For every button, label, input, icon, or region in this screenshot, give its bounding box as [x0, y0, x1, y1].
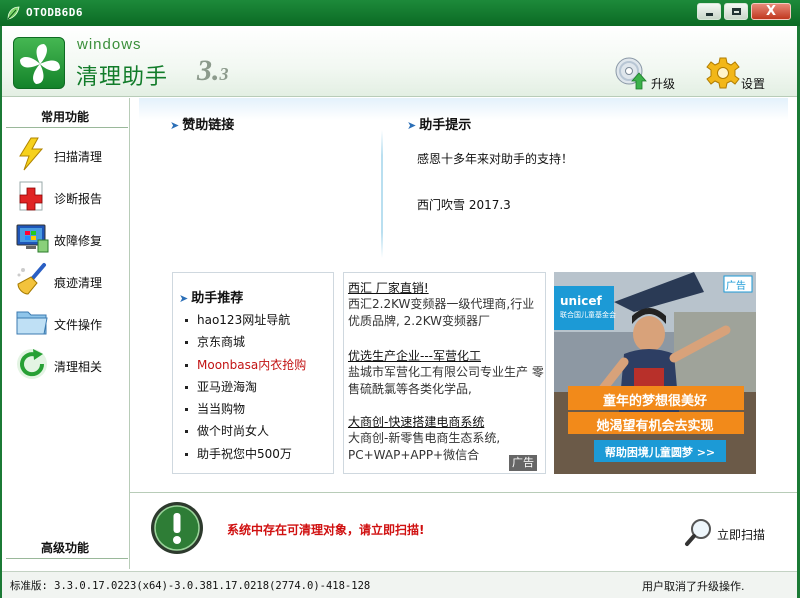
exclamation-icon — [151, 502, 203, 554]
sidebar-item-report[interactable]: 诊断报告 — [14, 178, 124, 214]
magnifier-icon — [685, 519, 711, 546]
sidebar-item-scan[interactable]: 扫描清理 — [14, 136, 124, 172]
title-bar: OTODB6D6 X — [0, 0, 800, 26]
alert-message: 系统中存在可清理对象，请立即扫描! — [227, 523, 425, 537]
ad-description: 西汇2.2KW变频器一级代理商,行业优质品牌, 2.2KW变频器厂 — [348, 297, 535, 328]
bullet — [185, 430, 188, 434]
repair-screen-icon — [16, 224, 49, 253]
recommend-link[interactable]: 亚马逊海淘 — [185, 378, 306, 400]
sidebar-item-label: 痕迹清理 — [54, 276, 103, 290]
tips-signature: 西门吹雪 2017.3 — [417, 198, 511, 212]
panel-divider — [381, 130, 383, 258]
broom-icon — [17, 263, 46, 295]
bullet — [185, 385, 188, 389]
minimize-button[interactable] — [697, 3, 721, 20]
scan-now-label: 立即扫描 — [717, 528, 766, 542]
upgrade-disc-icon — [615, 57, 647, 90]
ad-title-link[interactable]: 优选生产企业---军营化工 — [348, 347, 481, 364]
sponsor-heading: ➤ 赞助链接 — [170, 118, 235, 133]
settings-button[interactable]: 设置 — [706, 56, 772, 92]
upgrade-button[interactable]: 升级 — [614, 56, 680, 92]
pinwheel-logo-icon — [20, 44, 60, 84]
image-ad-banner2: 她渴望有机会去实现 — [596, 419, 714, 434]
bullet — [185, 408, 188, 412]
recommend-list: hao123网址导航 京东商城 Moonbasa内衣抢购 亚马逊海淘 当当购物 … — [185, 311, 306, 467]
bullet — [185, 363, 188, 367]
brand-version: 3.3 — [197, 54, 229, 87]
sidebar: 常用功能 扫描清理 诊断报告 故障修复 痕迹清理 文件操作 清理相关 高级功能 — [0, 98, 130, 569]
window-frame-left — [0, 26, 2, 598]
brand-subtitle: windows — [77, 36, 142, 53]
recommend-heading: ➤ 助手推荐 — [179, 291, 244, 306]
arrow-icon: ➤ — [407, 119, 417, 132]
sidebar-item-traces[interactable]: 痕迹清理 — [14, 262, 124, 298]
sidebar-divider — [6, 558, 128, 559]
upgrade-label: 升级 — [651, 77, 676, 91]
tips-heading: ➤ 助手提示 — [407, 118, 472, 133]
tips-line: 感恩十多年来对助手的支持！ — [417, 152, 574, 166]
sidebar-item-label: 扫描清理 — [54, 150, 103, 164]
sidebar-item-label: 故障修复 — [54, 234, 103, 248]
minimize-icon — [706, 13, 713, 16]
settings-label: 设置 — [741, 77, 766, 91]
refresh-icon — [17, 349, 47, 379]
ad-tag: 广告 — [509, 455, 537, 471]
brand-name: 清理助手 — [76, 65, 169, 90]
status-message: 用户取消了升级操作. — [642, 580, 745, 593]
sidebar-title-advanced: 高级功能 — [40, 541, 89, 555]
ad-title-link[interactable]: 大商创-快速搭建电商系统 — [348, 413, 484, 430]
sidebar-item-repair[interactable]: 故障修复 — [14, 220, 124, 256]
bullet — [185, 452, 188, 456]
status-divider — [130, 492, 800, 493]
folder-icon — [16, 311, 48, 335]
maximize-button[interactable] — [724, 3, 748, 20]
maximize-icon — [732, 8, 741, 15]
medical-cross-icon — [19, 181, 43, 211]
lightning-icon — [19, 137, 44, 171]
sidebar-item-label: 诊断报告 — [54, 192, 103, 206]
app-header: windows 清理助手 3.3 升级 设置 — [0, 26, 800, 97]
sidebar-item-label: 清理相关 — [54, 360, 103, 374]
scan-now-button[interactable]: 立即扫描 — [684, 517, 784, 551]
image-ad-tag: 广告 — [726, 281, 746, 292]
ad-description: 盐城市军营化工有限公司专业生产 零售硫酰氯等各类化学品, — [348, 365, 544, 396]
arrow-icon: ➤ — [179, 292, 189, 305]
close-button[interactable]: X — [751, 3, 791, 20]
sidebar-item-files[interactable]: 文件操作 — [14, 304, 124, 340]
gear-icon — [706, 57, 740, 89]
recommend-link[interactable]: hao123网址导航 — [185, 311, 306, 333]
text-ad-panel: 西汇 厂家直销! 西汇2.2KW变频器一级代理商,行业优质品牌, 2.2KW变频… — [343, 272, 546, 474]
status-bar: 标准版: 3.3.0.17.0223(x64)-3.0.381.17.0218(… — [0, 571, 800, 598]
sidebar-title-common: 常用功能 — [40, 110, 89, 124]
version-text: 标准版: 3.3.0.17.0223(x64)-3.0.381.17.0218(… — [10, 580, 371, 592]
bullet — [185, 341, 188, 345]
window-title: OTODB6D6 — [26, 6, 83, 19]
recommend-link[interactable]: 当当购物 — [185, 400, 306, 422]
recommend-link[interactable]: 助手祝您中500万 — [185, 445, 306, 467]
app-leaf-icon — [7, 6, 20, 20]
recommend-link[interactable]: Moonbasa内衣抢购 — [185, 356, 306, 378]
image-ad-banner[interactable]: unicef 联合国儿童基金会 广告 童年的梦想很美好 她渴望有机会去实现 帮助… — [554, 272, 756, 474]
image-ad-cta: 帮助困境儿童圆梦 >> — [604, 446, 716, 459]
sidebar-item-label: 文件操作 — [54, 318, 103, 332]
arrow-icon: ➤ — [170, 119, 180, 132]
recommend-link[interactable]: 做个时尚女人 — [185, 422, 306, 444]
image-ad-banner1: 童年的梦想很美好 — [602, 394, 707, 409]
close-icon: X — [766, 4, 777, 19]
app-logo — [13, 37, 65, 89]
bullet — [185, 319, 188, 322]
ad-title-link[interactable]: 西汇 厂家直销! — [348, 279, 429, 296]
recommend-link[interactable]: 京东商城 — [185, 333, 306, 355]
recommend-panel: ➤ 助手推荐 hao123网址导航 京东商城 Moonbasa内衣抢购 亚马逊海淘… — [172, 272, 334, 474]
sidebar-divider — [6, 127, 128, 128]
sidebar-item-related[interactable]: 清理相关 — [14, 346, 124, 382]
unicef-brand-sub: 联合国儿童基金会 — [560, 311, 616, 319]
unicef-brand: unicef — [560, 294, 602, 308]
